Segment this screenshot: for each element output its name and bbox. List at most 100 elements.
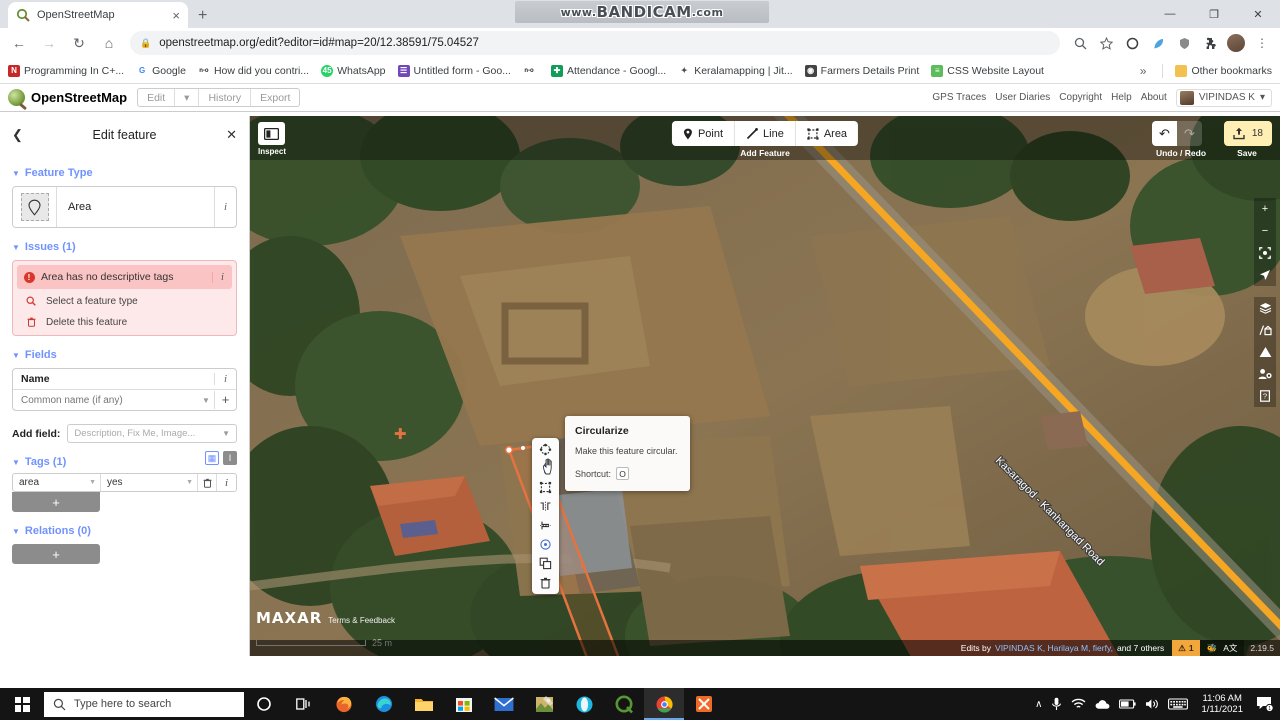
minimize-button[interactable]: — — [1148, 0, 1192, 28]
cortana-circle-icon[interactable] — [244, 688, 284, 720]
nav-help[interactable]: Help — [1111, 92, 1132, 103]
osm-logo[interactable]: OpenStreetMap — [8, 89, 127, 106]
taskbar-app-microsoft-edge[interactable] — [364, 688, 404, 720]
terms-feedback-link[interactable]: Terms & Feedback — [328, 616, 395, 625]
feature-type-section-header[interactable]: ▼ Feature Type — [12, 167, 237, 179]
taskbar-app-photo-editor[interactable] — [524, 688, 564, 720]
table-view-icon[interactable]: ▦ — [205, 451, 219, 465]
add-line-button[interactable]: Line — [735, 121, 796, 146]
keyboard-icon[interactable] — [1168, 698, 1189, 710]
text-view-icon[interactable]: I — [223, 451, 237, 465]
undo-button[interactable]: ↶ — [1152, 121, 1177, 146]
issue-header[interactable]: ! Area has no descriptive tags i — [17, 265, 232, 289]
zoom-in-button[interactable]: + — [1254, 198, 1276, 220]
tab-close-icon[interactable]: × — [172, 9, 180, 22]
search-icon[interactable] — [1068, 31, 1092, 55]
name-input[interactable] — [13, 394, 198, 406]
task-view-icon[interactable] — [284, 688, 324, 720]
operation-orthogonalize[interactable] — [532, 478, 559, 497]
star-icon[interactable] — [1094, 31, 1118, 55]
feature-type-button[interactable]: Area i — [12, 186, 237, 228]
forward-button[interactable]: → — [36, 30, 62, 56]
wifi-icon[interactable] — [1071, 698, 1086, 710]
notifications-button[interactable]: 1 — [1256, 696, 1274, 712]
operation-reflect-long[interactable] — [532, 497, 559, 516]
add-field-select[interactable]: Description, Fix Me, Image... ▼ — [67, 424, 237, 443]
taskbar-search-input[interactable]: Type here to search — [44, 691, 244, 717]
taskbar-app-qgis[interactable] — [604, 688, 644, 720]
url-input[interactable]: 🔒 openstreetmap.org/edit?editor=id#map=2… — [130, 31, 1060, 55]
help-button[interactable]: ? — [1254, 385, 1276, 407]
user-menu-button[interactable]: VIPINDAS K ▾ — [1175, 88, 1272, 107]
add-area-button[interactable]: Area — [796, 121, 858, 146]
name-add-multilingual-button[interactable]: + — [214, 391, 236, 409]
issue-fix-delete-feature[interactable]: Delete this feature — [17, 313, 232, 331]
bookmark-item[interactable]: G Google — [136, 64, 186, 77]
taskbar-app-file-explorer[interactable] — [404, 688, 444, 720]
map-data-button[interactable] — [1254, 319, 1276, 341]
speaker-icon[interactable] — [1145, 698, 1159, 710]
close-window-button[interactable]: ✕ — [1236, 0, 1280, 28]
cloud-icon[interactable] — [1095, 699, 1110, 710]
nav-user-diaries[interactable]: User Diaries — [995, 92, 1050, 103]
other-bookmarks-button[interactable]: Other bookmarks — [1175, 64, 1272, 77]
inspect-toggle-button[interactable] — [258, 122, 285, 145]
save-button[interactable]: 18 — [1223, 121, 1272, 146]
operation-copy[interactable] — [532, 554, 559, 573]
chevron-down-icon[interactable]: ▼ — [198, 396, 214, 405]
editor-names-link[interactable]: VIPINDAS K, Harilaya M, fierfy, — [995, 643, 1113, 653]
geolocate-button[interactable] — [1254, 264, 1276, 286]
tag-key-input[interactable]: area ▼ — [13, 474, 101, 491]
bookmark-item[interactable]: ✦ Keralamapping | Jit... — [678, 64, 793, 77]
nav-gps-traces[interactable]: GPS Traces — [932, 92, 986, 103]
battery-icon[interactable] — [1119, 699, 1137, 709]
bookmark-item[interactable]: n-o How did you contri... — [197, 64, 309, 77]
nav-copyright[interactable]: Copyright — [1059, 92, 1102, 103]
add-point-button[interactable]: Point — [672, 121, 736, 146]
chevron-left-icon[interactable]: ❮ — [12, 127, 23, 143]
issue-fix-select-feature-type[interactable]: Select a feature type — [17, 292, 232, 310]
close-icon[interactable]: ✕ — [226, 127, 237, 143]
tag-info-button[interactable]: i — [217, 474, 236, 491]
feature-type-info-button[interactable]: i — [214, 187, 236, 227]
shield-icon[interactable] — [1172, 31, 1196, 55]
tag-delete-button[interactable] — [198, 474, 217, 491]
nav-history[interactable]: History — [199, 89, 252, 106]
taskbar-app-opera[interactable] — [564, 688, 604, 720]
tray-expand-chevron-icon[interactable]: ∧ — [1035, 699, 1042, 710]
nav-edit[interactable]: Edit — [138, 89, 176, 106]
microphone-icon[interactable] — [1051, 697, 1062, 711]
home-button[interactable]: ⌂ — [96, 30, 122, 56]
zoom-out-button[interactable]: − — [1254, 220, 1276, 242]
name-field-info-button[interactable]: i — [214, 373, 236, 385]
browser-tab-openstreetmap[interactable]: OpenStreetMap × — [8, 2, 188, 28]
nav-export[interactable]: Export — [251, 89, 299, 106]
warnings-badge[interactable]: ⚠ 1 — [1172, 640, 1200, 656]
feather-icon[interactable] — [1146, 31, 1170, 55]
taskbar-app-mail[interactable] — [484, 688, 524, 720]
reload-button[interactable]: ↻ — [66, 30, 92, 56]
taskbar-app-microsoft-store[interactable] — [444, 688, 484, 720]
issue-info-button[interactable]: i — [212, 271, 232, 283]
fields-section-header[interactable]: ▼ Fields — [12, 349, 237, 361]
operation-reflect-short[interactable] — [532, 516, 559, 535]
preferences-button[interactable] — [1254, 363, 1276, 385]
kebab-menu-icon[interactable]: ⋮ — [1250, 31, 1274, 55]
bookmark-item[interactable]: n-o — [522, 64, 539, 77]
extensions-icon[interactable] — [1198, 31, 1222, 55]
operation-circularize[interactable] — [532, 440, 559, 459]
taskbar-app-firefox[interactable] — [324, 688, 364, 720]
start-button[interactable] — [0, 688, 44, 720]
taskbar-clock[interactable]: 11:06 AM 1/11/2021 — [1197, 693, 1247, 715]
bookmark-item[interactable]: 45 WhatsApp — [321, 64, 386, 77]
taskbar-app-xampp[interactable] — [684, 688, 724, 720]
issues-section-header[interactable]: ▼ Issues (1) — [12, 241, 237, 253]
maximize-button[interactable]: ❐ — [1192, 0, 1236, 28]
map-canvas[interactable]: Kasaragod - Kanhangad Road ✚ Inspect Poi… — [250, 116, 1280, 656]
redo-button[interactable]: ↷ — [1177, 121, 1202, 146]
new-tab-button[interactable]: + — [198, 8, 207, 24]
back-button[interactable]: ← — [6, 30, 32, 56]
translate-icon[interactable]: A文 — [1223, 642, 1237, 654]
issues-button[interactable] — [1254, 341, 1276, 363]
tags-section-header[interactable]: ▼ Tags (1) — [12, 456, 205, 468]
